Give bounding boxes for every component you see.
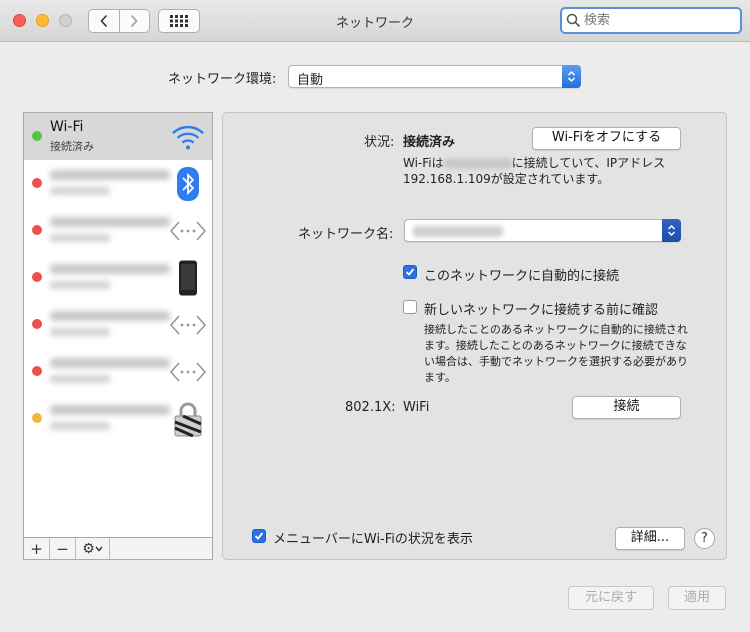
status-dot [32, 272, 42, 282]
dot1x-label: 802.1X: [345, 400, 396, 415]
status-dot [32, 225, 42, 235]
status-dot [32, 319, 42, 329]
popup-arrows-icon [662, 219, 681, 242]
remove-service-button[interactable]: − [50, 538, 76, 559]
redacted-service-status [50, 375, 110, 383]
service-item[interactable] [24, 254, 212, 301]
redacted-service-status [50, 187, 110, 195]
network-name-label: ネットワーク名: [298, 227, 394, 242]
checkmark-icon [254, 532, 264, 540]
dot1x-value: WiFi [403, 400, 430, 415]
redacted-service-name [50, 311, 170, 321]
turn-wifi-off-button[interactable]: Wi-Fiをオフにする [532, 127, 681, 150]
iphone-icon [170, 260, 206, 296]
apply-button[interactable]: 適用 [668, 586, 726, 610]
ask-join-desc-line: 接続したことのあるネットワークに自動的に接続され [424, 323, 688, 336]
status-desc-prefix: Wi-Fiは [403, 156, 444, 170]
ask-join-description: 接続したことのあるネットワークに自動的に接続され ます。接続したことのあるネット… [424, 322, 688, 386]
popup-arrows-icon [562, 65, 581, 88]
status-value: 接続済み [403, 135, 456, 150]
status-dot [32, 131, 42, 141]
location-value: 自動 [297, 73, 324, 88]
service-item[interactable] [24, 395, 212, 442]
gear-icon: ⚙ [82, 540, 95, 557]
ask-join-label: 新しいネットワークに接続する前に確認 [424, 303, 659, 318]
service-list: Wi-Fi 接続済み [23, 112, 213, 538]
status-dot [32, 178, 42, 188]
service-name: Wi-Fi [50, 119, 84, 135]
network-preferences-window: ネットワーク ネットワーク環境: 自動 Wi-Fi 接続済み [0, 0, 750, 632]
location-popup[interactable]: 自動 [288, 65, 581, 88]
network-name-popup[interactable] [404, 219, 681, 242]
service-status: 接続済み [50, 140, 94, 153]
checkmark-icon [405, 268, 415, 276]
redacted-service-status [50, 281, 110, 289]
ask-join-desc-line: ます。 [424, 371, 456, 384]
ethernet-icon [170, 354, 206, 390]
redacted-service-name [50, 405, 170, 415]
ask-join-desc-line: い場合は、手動でネットワークを選択する必要があり [424, 355, 688, 368]
redacted-service-name [50, 358, 170, 368]
ask-join-desc-line: ます。接続したことのあるネットワークに接続できな [424, 339, 687, 352]
ethernet-icon [170, 213, 206, 249]
redacted-service-status [50, 328, 110, 336]
search-input[interactable] [584, 11, 734, 30]
auto-join-label: このネットワークに自動的に接続 [424, 269, 620, 284]
advanced-button[interactable]: 詳細... [615, 527, 685, 550]
service-item-wifi[interactable]: Wi-Fi 接続済み [24, 113, 212, 160]
location-label: ネットワーク環境: [168, 72, 277, 87]
redacted-service-name [50, 170, 170, 180]
redacted-service-name [50, 264, 170, 274]
service-list-toolbar: + − ⚙ [23, 538, 213, 560]
search-icon [566, 13, 581, 28]
help-button[interactable]: ? [694, 528, 715, 549]
lock-icon [170, 401, 206, 437]
redacted-network-name [413, 226, 503, 237]
status-desc-line2: 192.168.1.109が設定されています。 [403, 172, 610, 186]
search-field[interactable] [560, 7, 742, 34]
status-desc-suffix: に接続していて、IPアドレス [511, 156, 666, 170]
chevron-down-icon [95, 546, 103, 552]
show-in-menubar-checkbox[interactable] [252, 529, 266, 543]
redacted-network-name [443, 158, 512, 169]
title-bar: ネットワーク [0, 0, 750, 42]
service-item[interactable] [24, 348, 212, 395]
service-item[interactable] [24, 160, 212, 207]
redacted-service-name [50, 217, 170, 227]
status-description: Wi-Fiは に接続していて、IPアドレス 192.168.1.109が設定されて… [403, 155, 665, 187]
wifi-icon [170, 119, 206, 155]
service-item[interactable] [24, 301, 212, 348]
status-dot [32, 366, 42, 376]
status-dot [32, 413, 42, 423]
ethernet-icon [170, 307, 206, 343]
redacted-service-status [50, 234, 110, 242]
status-label: 状況: [364, 135, 395, 150]
connect-button[interactable]: 接続 [572, 396, 681, 419]
service-item[interactable] [24, 207, 212, 254]
redacted-service-status [50, 422, 110, 430]
bluetooth-icon [170, 166, 206, 202]
ask-join-checkbox[interactable] [403, 300, 417, 314]
show-in-menubar-label: メニューバーにWi-Fiの状況を表示 [273, 532, 473, 547]
add-service-button[interactable]: + [24, 538, 50, 559]
action-menu-button[interactable]: ⚙ [76, 538, 110, 559]
revert-button[interactable]: 元に戻す [568, 586, 654, 610]
auto-join-checkbox[interactable] [403, 265, 417, 279]
